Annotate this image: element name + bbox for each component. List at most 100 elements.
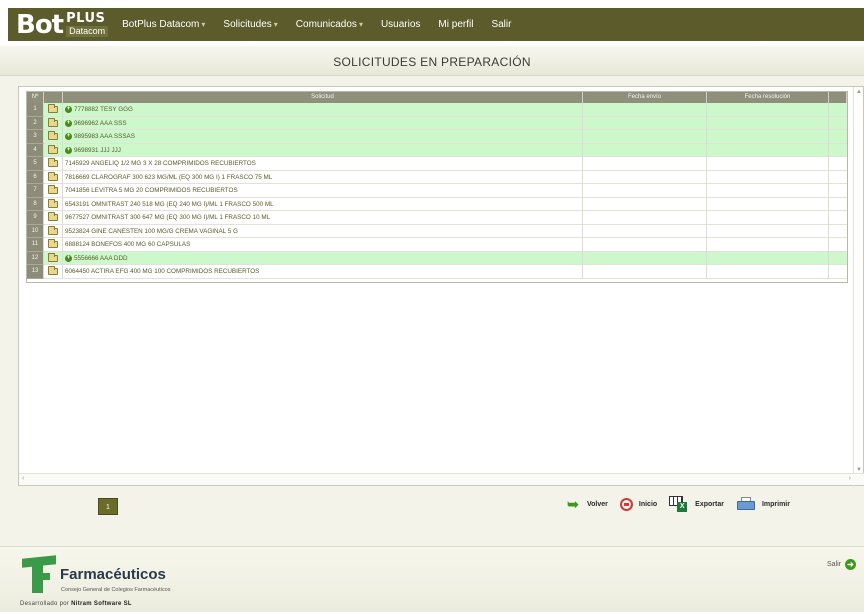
row-open-cell[interactable] [44,157,63,171]
action-bar: ➥ Volver Inicio X Exportar Imprimir [565,496,802,512]
row-open-cell[interactable] [44,170,63,184]
row-open-cell[interactable] [44,238,63,252]
solicitud-cell[interactable]: +5556666 AAA DDD [63,251,583,265]
back-arrow-icon: ➥ [567,495,579,512]
pagination-page-button[interactable]: 1 [98,498,118,515]
row-open-cell[interactable] [44,197,63,211]
table-row[interactable]: 13 6064450 ACTIRA EFG 400 MG 100 COMPRIMI… [27,265,847,279]
column-header-solicitud[interactable]: Solicitud [63,92,583,103]
table-row[interactable]: 4 +9698931 JJJ JJJ [27,143,847,157]
table-row[interactable]: 7 7041856 LEVITRA 5 MG 20 COMPRIMIDOS REC… [27,184,847,198]
menu-item-solicitudes[interactable]: Solicitudes ▾ [223,19,277,30]
solicitud-cell[interactable]: +7778882 TESY GGG [63,103,583,117]
table-row[interactable]: 11 6888124 BONEFOS 400 MG 60 CAPSULAS [27,238,847,252]
fecha-envio-cell [583,265,707,279]
solicitud-cell[interactable]: 7145929 ANGELIQ 1/2 MG 3 X 28 COMPRIMIDO… [63,157,583,171]
folder-icon[interactable] [48,185,58,195]
solicitud-cell[interactable]: +9698931 JJJ JJJ [63,143,583,157]
solicitud-text: 9677527 OMNITRAST 300 647 MG (EQ 300 MG … [65,214,271,222]
row-open-cell[interactable] [44,224,63,238]
folder-icon[interactable] [48,252,58,262]
main-area: Nº Solicitud Fecha envío Fecha resolució… [0,76,864,546]
row-number: 2 [27,116,44,130]
solicitud-cell[interactable]: 6543191 OMNITRAST 240 518 MG (EQ 240 MG … [63,197,583,211]
menu-item-mi-perfil[interactable]: Mi perfil [438,19,473,30]
folder-icon[interactable] [48,104,58,114]
solicitud-text: 7041856 LEVITRA 5 MG 20 COMPRIMIDOS RECU… [65,187,238,195]
table-row[interactable]: 12 +5556666 AAA DDD [27,251,847,265]
table-row[interactable]: 8 6543191 OMNITRAST 240 518 MG (EQ 240 MG… [27,197,847,211]
menu-item-usuarios[interactable]: Usuarios [381,19,420,30]
table-row[interactable]: 10 9523824 GINE CANESTEN 100 MG/G CREMA V… [27,224,847,238]
fecha-resolucion-cell [707,143,829,157]
logo-sub: PLUS Datacom [66,12,109,37]
table-row[interactable]: 3 +9895983 AAA SSSAS [27,130,847,144]
table-row[interactable]: 6 7816669 CLAROGRAF 300 623 MG/ML (EQ 300… [27,170,847,184]
row-open-cell[interactable] [44,116,63,130]
menu-item-label: Salir [491,19,512,30]
folder-icon[interactable] [48,239,58,249]
exportar-button[interactable]: X Exportar [669,496,724,512]
column-header-fecha-resolucion[interactable]: Fecha resolución [707,92,829,103]
solicitud-cell[interactable]: +9895983 AAA SSSAS [63,130,583,144]
plus-circle-icon: + [65,106,72,114]
folder-icon[interactable] [48,158,58,168]
farmaceuticos-logo-icon [20,555,60,595]
solicitud-cell[interactable]: 9677527 OMNITRAST 300 647 MG (EQ 300 MG … [63,211,583,225]
fecha-envio-cell [583,224,707,238]
row-number: 10 [27,224,44,238]
folder-icon[interactable] [48,144,58,154]
solicitud-cell[interactable]: 9523824 GINE CANESTEN 100 MG/G CREMA VAG… [63,224,583,238]
imprimir-button[interactable]: Imprimir [736,497,790,511]
column-header-fecha-envio[interactable]: Fecha envío [583,92,707,103]
solicitud-cell[interactable]: 6064450 ACTIRA EFG 400 MG 100 COMPRIMIDO… [63,265,583,279]
solicitud-text: 6888124 BONEFOS 400 MG 60 CAPSULAS [65,241,191,249]
column-header-num[interactable]: Nº [27,92,44,103]
chevron-down-icon: ▾ [358,20,363,29]
menu-item-comunicados[interactable]: Comunicados ▾ [296,19,363,30]
solicitud-cell[interactable]: 6888124 BONEFOS 400 MG 60 CAPSULAS [63,238,583,252]
scroll-right-icon[interactable]: › [849,475,851,482]
fecha-envio-cell [583,157,707,171]
vertical-scrollbar[interactable]: ▲ ▼ [853,87,863,487]
org-tagline: Consejo General de Colegios Farmacéutico… [61,587,171,593]
row-open-cell[interactable] [44,211,63,225]
folder-icon[interactable] [48,225,58,235]
horizontal-scrollbar[interactable]: ‹ › [19,473,864,485]
volver-button[interactable]: ➥ Volver [565,495,608,512]
table-row[interactable]: 1 +7778882 TESY GGG [27,103,847,117]
table-row[interactable]: 5 7145929 ANGELIQ 1/2 MG 3 X 28 COMPRIMID… [27,157,847,171]
row-number: 1 [27,103,44,117]
table-row[interactable]: 9 9677527 OMNITRAST 300 647 MG (EQ 300 MG… [27,211,847,225]
row-open-cell[interactable] [44,265,63,279]
inicio-button[interactable]: Inicio [619,497,657,511]
menu-item-salir[interactable]: Salir [491,19,511,30]
row-open-cell[interactable] [44,130,63,144]
menu-item-label: Usuarios [380,19,421,30]
row-open-cell[interactable] [44,143,63,157]
folder-icon[interactable] [48,212,58,222]
row-open-cell[interactable] [44,184,63,198]
menu-item-botplus-datacom[interactable]: BotPlus Datacom ▾ [122,19,205,30]
row-open-cell[interactable] [44,103,63,117]
fecha-envio-cell [583,238,707,252]
volver-label: Volver [587,500,608,508]
folder-icon[interactable] [48,117,58,127]
solicitud-cell[interactable]: 7041856 LEVITRA 5 MG 20 COMPRIMIDOS RECU… [63,184,583,198]
menu-item-label: BotPlus Datacom [122,19,200,30]
fecha-envio-cell [583,184,707,198]
table-row[interactable]: 2 +9696962 AAA SSS [27,116,847,130]
scroll-left-icon[interactable]: ‹ [22,475,24,482]
folder-icon[interactable] [48,171,58,181]
row-number: 13 [27,265,44,279]
logout-button[interactable]: Salir ➜ [827,559,856,570]
botplus-logo[interactable]: Bot PLUS Datacom [8,8,109,41]
scroll-up-icon[interactable]: ▲ [856,89,862,95]
row-open-cell[interactable] [44,251,63,265]
folder-icon[interactable] [48,198,58,208]
folder-icon[interactable] [48,266,58,276]
solicitud-cell[interactable]: 7816669 CLAROGRAF 300 623 MG/ML (EQ 300 … [63,170,583,184]
solicitud-cell[interactable]: +9696962 AAA SSS [63,116,583,130]
folder-icon[interactable] [48,131,58,141]
plus-circle-icon: + [65,119,72,127]
